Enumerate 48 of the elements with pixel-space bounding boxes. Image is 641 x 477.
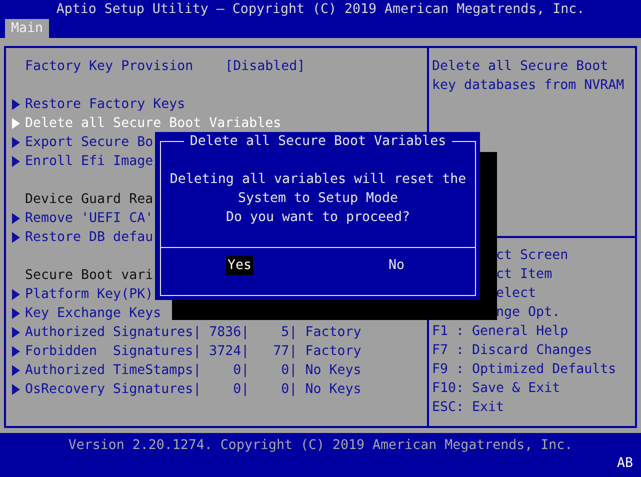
dialog-message: System to Setup Mode (238, 191, 398, 206)
key-hint: F10: Save & Exit (432, 381, 560, 396)
key-hint: ct Screen (496, 248, 568, 263)
triangle-icon (12, 232, 20, 243)
dialog-message: Deleting all variables will reset the (170, 172, 466, 187)
menu-item[interactable]: Enroll Efi Image (25, 152, 154, 171)
triangle-icon (12, 156, 20, 167)
menu-item[interactable]: Export Secure Bo (25, 133, 154, 152)
setting-label[interactable]: Factory Key Provision (25, 57, 226, 76)
triangle-icon (12, 384, 20, 395)
triangle-icon (12, 99, 20, 110)
triangle-icon (12, 118, 20, 129)
key-hint: F9 : Optimized Defaults (432, 362, 616, 377)
menu-item[interactable]: Delete all Secure Boot Variables (25, 114, 282, 133)
menu-item[interactable]: Restore DB defau (25, 228, 154, 247)
triangle-icon (12, 137, 20, 148)
help-text: Delete all Secure Boot (432, 58, 610, 76)
key-hint: ESC: Exit (432, 400, 504, 415)
triangle-icon (12, 365, 20, 376)
section-label: Secure Boot vari (25, 267, 154, 285)
dialog-message: Do you want to proceed? (226, 210, 410, 225)
menu-item[interactable]: Key Exchange Keys (25, 304, 162, 323)
triangle-icon (12, 327, 20, 338)
dialog-button[interactable]: No (387, 256, 406, 275)
menu-item[interactable]: Forbidden Signatures| 3724| 77| Factory (25, 342, 362, 361)
menu-item[interactable]: Platform Key(PK) (25, 285, 154, 304)
dialog-button[interactable]: Yes (226, 256, 253, 275)
triangle-icon (12, 213, 20, 224)
version-text: Version 2.20.1274. Copyright (C) 2019 American Megatrends, Inc. (68, 437, 573, 455)
setting-value[interactable]: [Disabled] (225, 57, 306, 76)
key-hint: F7 : Discard Changes (432, 343, 592, 358)
triangle-icon (12, 308, 20, 319)
window-title: Aptio Setup Utility – Copyright (C) 2019 American Megatrends, Inc. (56, 1, 585, 19)
menu-item[interactable]: Authorized TimeStamps| 0| 0| No Keys (25, 361, 362, 380)
key-hint: F1 : General Help (432, 324, 568, 339)
menu-item[interactable]: Restore Factory Keys (25, 95, 186, 114)
dialog-title: Delete all Secure Boot Variables (188, 133, 448, 151)
mode-indicator: AB (616, 455, 633, 473)
section-label: Device Guard Rea (25, 191, 154, 209)
triangle-icon (12, 289, 20, 300)
menu-item[interactable]: Remove 'UEFI CA' (25, 209, 154, 228)
key-hint: elect (496, 286, 536, 301)
menu-item[interactable]: OsRecovery Signatures| 0| 0| No Keys (25, 380, 362, 399)
menu-item[interactable]: Authorized Signatures| 7836| 5| Factory (25, 323, 362, 342)
triangle-icon (12, 346, 20, 357)
key-hint: nge Opt. (496, 305, 560, 320)
help-text: key databases from NVRAM (432, 77, 626, 95)
key-hint: ct Item (496, 267, 552, 282)
